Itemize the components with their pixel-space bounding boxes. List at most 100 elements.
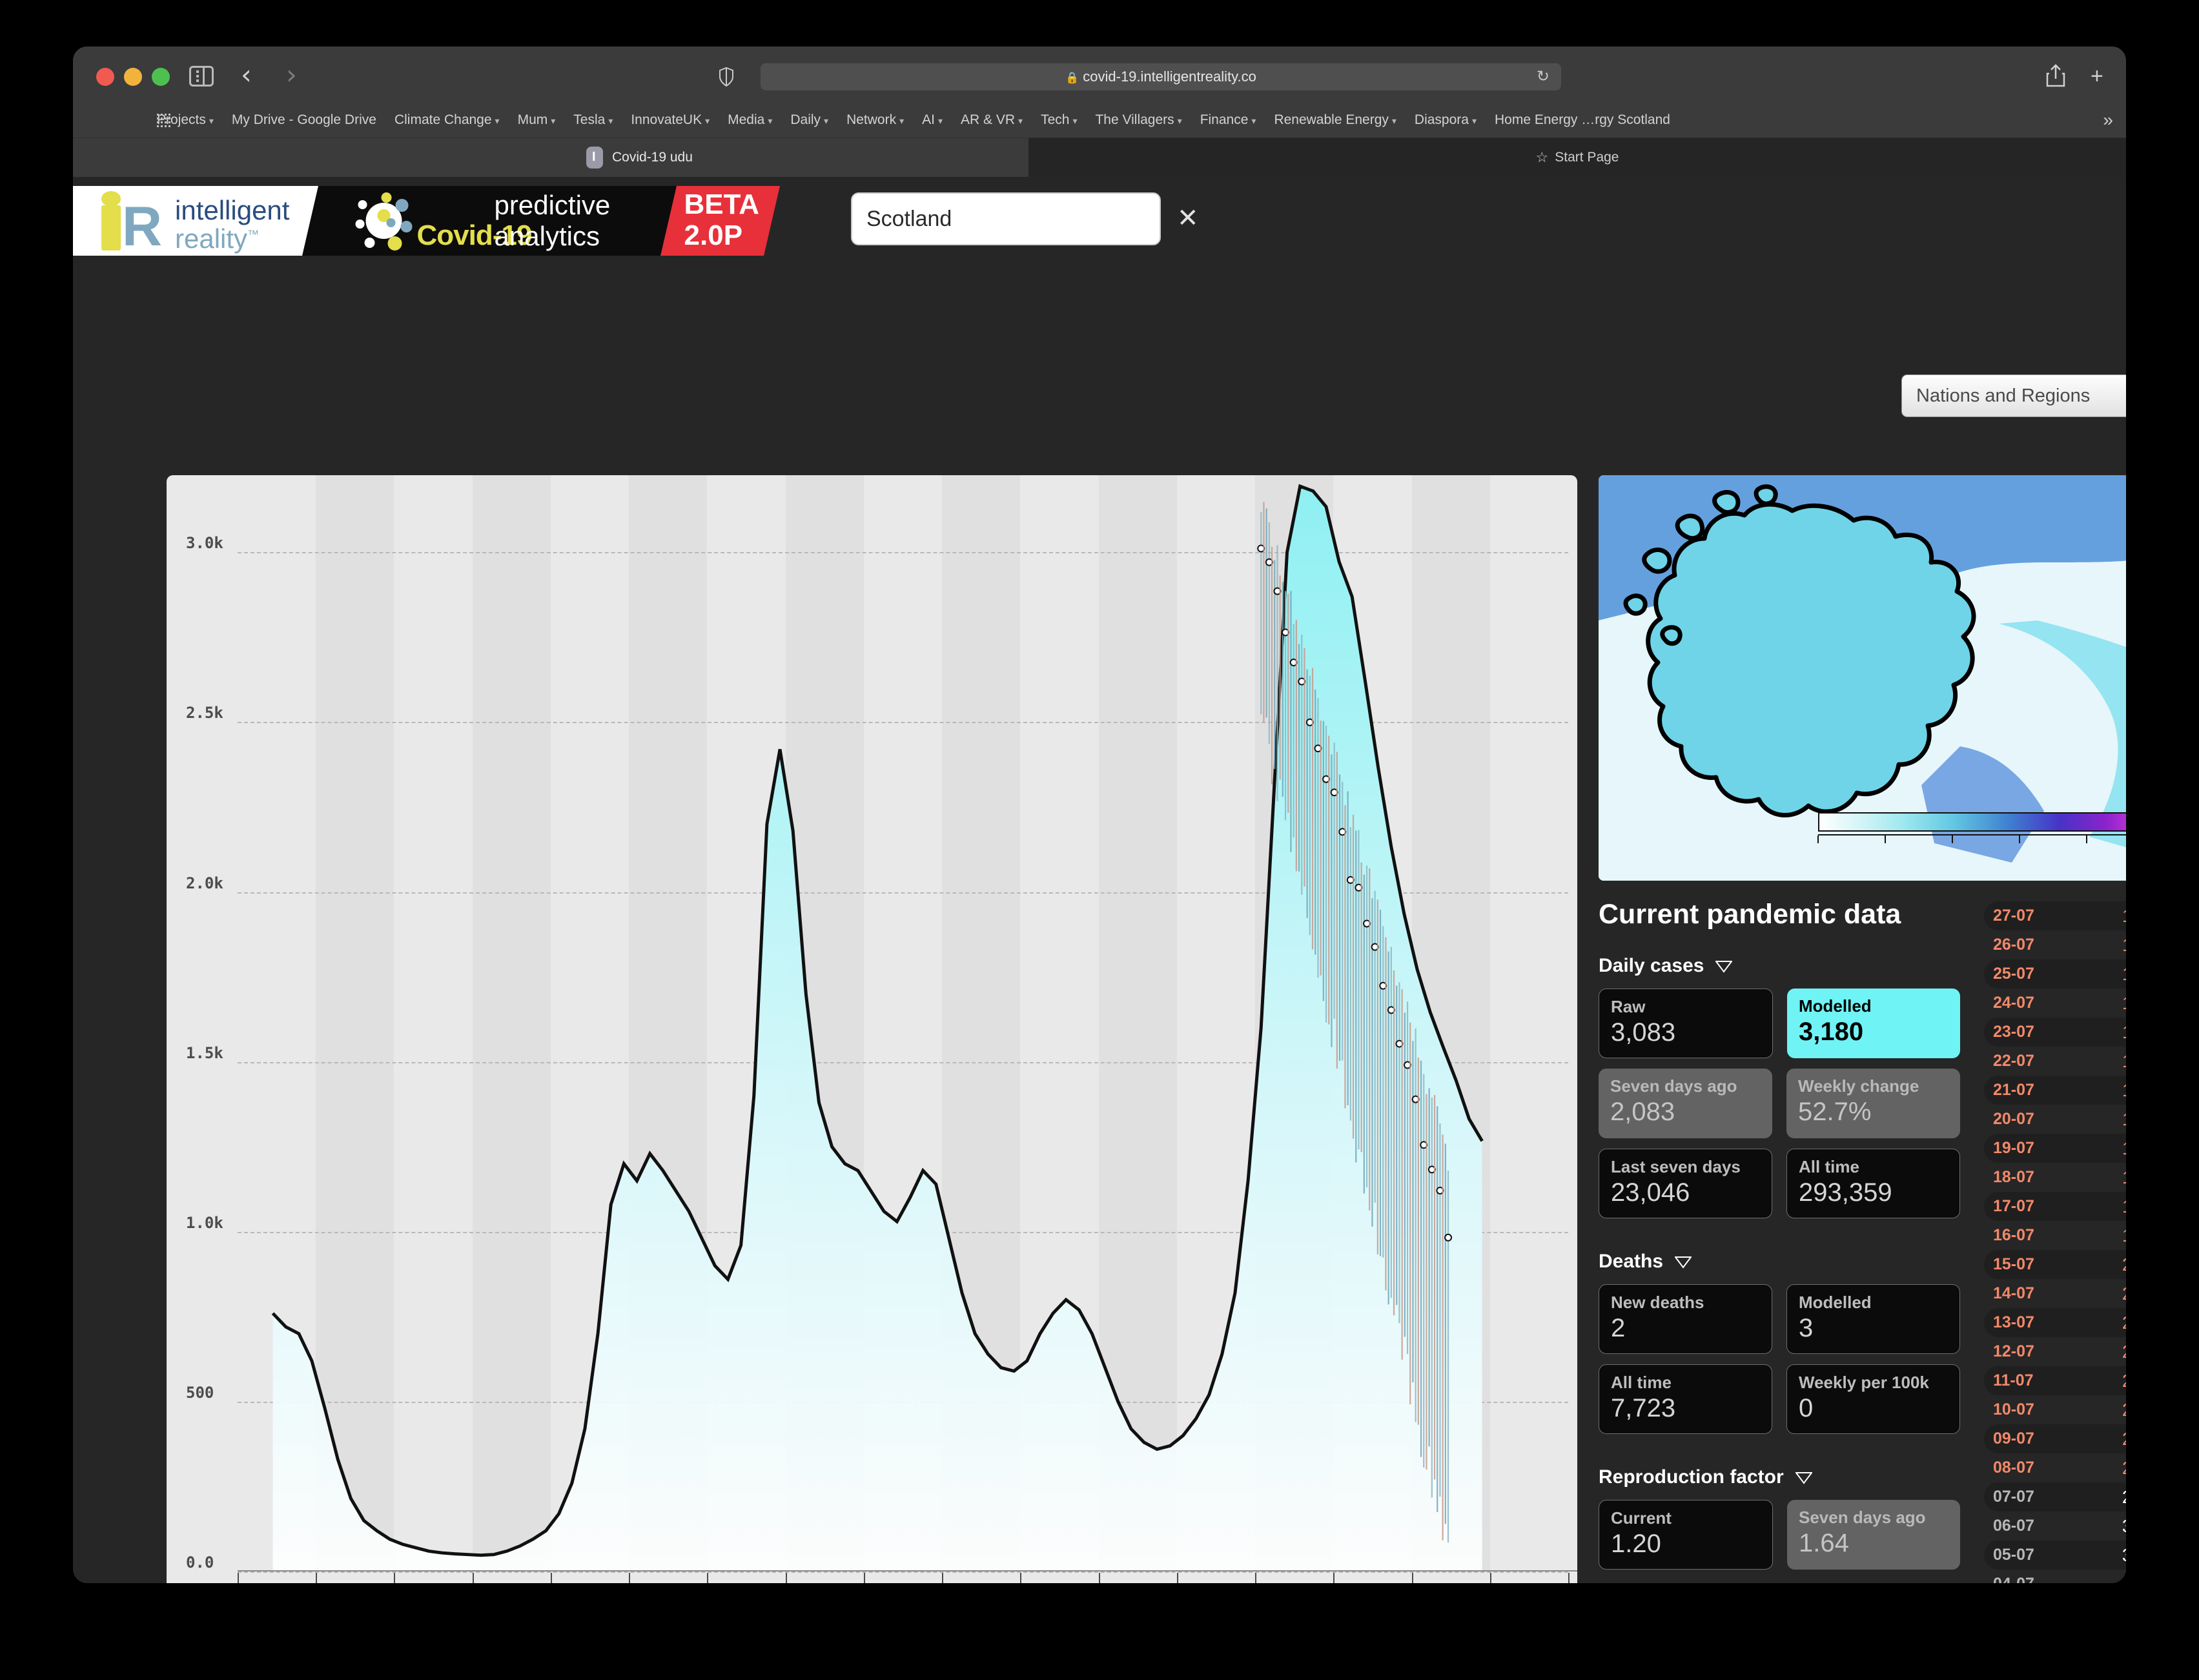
stat-card-modelled[interactable]: Modelled3,180 — [1787, 989, 1960, 1058]
bookmarks-overflow-button[interactable]: » — [2103, 110, 2113, 130]
table-row[interactable]: 08-072,869 — [1984, 1453, 2126, 1482]
triangle-down-icon[interactable] — [1715, 956, 1732, 978]
section-heading-2[interactable]: Reproduction factor — [1599, 1466, 1960, 1488]
table-row[interactable]: 16-071,936 — [1984, 1221, 2126, 1250]
forward-button[interactable]: › — [286, 66, 305, 85]
bookmark-2[interactable]: Climate Change▾ — [394, 112, 500, 128]
stat-row: Raw3,083Modelled3,180 — [1599, 989, 1960, 1058]
daily-cases-chart[interactable]: AprilMayJuneJulyAugustSeptemberOctoberNo… — [167, 475, 1577, 1583]
bookmark-5[interactable]: InnovateUK▾ — [631, 112, 710, 128]
close-window-button[interactable] — [96, 68, 114, 86]
table-row[interactable]: 07-072,972 — [1984, 1482, 2126, 1511]
table-row[interactable]: 19-071,706 — [1984, 1134, 2126, 1163]
clear-search-button[interactable]: ✕ — [1177, 207, 1199, 230]
maximize-window-button[interactable] — [152, 68, 170, 86]
bookmark-label: Tech — [1041, 112, 1069, 127]
stat-value: 23,046 — [1611, 1178, 1772, 1207]
daily-values-table[interactable]: 27-071,26726-071,33225-071,39224-071,445… — [1984, 901, 2126, 1583]
region-scope-select[interactable]: Nations and Regions ▲▼ — [1901, 374, 2126, 417]
tab-covid19[interactable]: Covid-19 udu — [73, 138, 1028, 177]
bookmark-label: My Drive - Google Drive — [232, 112, 376, 127]
table-row[interactable]: 22-071,544 — [1984, 1047, 2126, 1076]
table-row[interactable]: 11-072,494 — [1984, 1366, 2126, 1395]
stat-card-modelled[interactable]: Modelled3 — [1786, 1284, 1960, 1354]
legend-tick — [2086, 835, 2087, 843]
section-heading-1[interactable]: Deaths — [1599, 1251, 1960, 1273]
table-row[interactable]: 06-073,060 — [1984, 1511, 2126, 1541]
bookmark-10[interactable]: AR & VR▾ — [961, 112, 1023, 128]
stat-card-raw[interactable]: Raw3,083 — [1599, 989, 1773, 1058]
table-row[interactable]: 17-071,850 — [1984, 1192, 2126, 1221]
bookmark-label: The Villagers — [1095, 112, 1174, 127]
row-date: 12-07 — [1993, 1342, 2034, 1361]
table-row[interactable]: 14-072,135 — [1984, 1279, 2126, 1308]
stat-label: Seven days ago — [1799, 1508, 1960, 1528]
triangle-down-icon[interactable] — [1795, 1468, 1812, 1490]
back-button[interactable]: ‹ — [241, 66, 260, 85]
reload-icon[interactable]: ↻ — [1537, 63, 1550, 90]
minimize-window-button[interactable] — [124, 68, 142, 86]
bookmark-16[interactable]: Home Energy …rgy Scotland — [1495, 112, 1670, 128]
table-row[interactable]: 12-072,368 — [1984, 1337, 2126, 1366]
section-heading-0[interactable]: Daily cases — [1599, 955, 1960, 977]
table-row[interactable]: 10-072,622 — [1984, 1395, 2126, 1424]
shield-icon[interactable] — [719, 67, 734, 87]
section-spacer — [1599, 1580, 1960, 1583]
sidebar-toggle-icon[interactable] — [189, 66, 214, 87]
new-tab-button[interactable]: + — [2091, 63, 2103, 89]
stat-card-all-time[interactable]: All time293,359 — [1786, 1149, 1960, 1218]
bookmark-13[interactable]: Finance▾ — [1200, 112, 1256, 128]
row-value: 3,176 — [2122, 1574, 2126, 1584]
triangle-down-icon[interactable] — [1675, 1252, 1692, 1274]
tab-start-page[interactable]: ☆ Start Page — [1028, 138, 2126, 177]
table-row[interactable]: 20-071,647 — [1984, 1105, 2126, 1134]
bookmark-14[interactable]: Renewable Energy▾ — [1274, 112, 1396, 128]
table-row[interactable]: 05-073,130 — [1984, 1541, 2126, 1570]
table-row[interactable]: 18-071,773 — [1984, 1163, 2126, 1192]
table-row[interactable]: 21-071,594 — [1984, 1076, 2126, 1105]
table-row[interactable]: 24-071,445 — [1984, 989, 2126, 1018]
share-icon[interactable] — [2045, 63, 2066, 91]
bookmark-1[interactable]: My Drive - Google Drive — [232, 112, 376, 128]
row-value: 1,594 — [2122, 1080, 2126, 1101]
bookmark-7[interactable]: Daily▾ — [790, 112, 828, 128]
row-value: 2,031 — [2122, 1255, 2126, 1275]
bookmark-8[interactable]: Network▾ — [846, 112, 904, 128]
stat-card-all-time[interactable]: All time7,723 — [1599, 1364, 1772, 1434]
stat-card-seven-days-ago[interactable]: Seven days ago2,083 — [1599, 1069, 1772, 1138]
grid-icon[interactable] — [157, 114, 171, 128]
bookmark-6[interactable]: Media▾ — [728, 112, 772, 128]
table-row[interactable]: 04-073,176 — [1984, 1570, 2126, 1583]
region-map[interactable]: 0200040006000800010000 — [1599, 475, 2126, 881]
row-date: 22-07 — [1993, 1052, 2034, 1070]
table-row[interactable]: 25-071,392 — [1984, 959, 2126, 989]
stat-card-current[interactable]: Current1.20 — [1599, 1500, 1773, 1570]
bookmark-4[interactable]: Tesla▾ — [573, 112, 613, 128]
bookmark-9[interactable]: AI▾ — [922, 112, 943, 128]
row-value: 1,936 — [2122, 1225, 2126, 1246]
stat-card-weekly-change[interactable]: Weekly change52.7% — [1786, 1069, 1960, 1138]
table-row[interactable]: 09-072,749 — [1984, 1424, 2126, 1453]
chevron-down-icon: ▾ — [1251, 116, 1256, 126]
bookmark-15[interactable]: Diaspora▾ — [1415, 112, 1477, 128]
table-row[interactable]: 15-072,031 — [1984, 1250, 2126, 1279]
chevron-down-icon: ▾ — [705, 116, 710, 126]
stat-card-new-deaths[interactable]: New deaths2 — [1599, 1284, 1772, 1354]
stat-value: 52.7% — [1798, 1098, 1960, 1127]
search-input[interactable] — [851, 192, 1161, 245]
table-row[interactable]: 27-071,267 — [1984, 901, 2126, 930]
bookmark-11[interactable]: Tech▾ — [1041, 112, 1077, 128]
row-date: 19-07 — [1993, 1139, 2034, 1158]
bookmark-3[interactable]: Mum▾ — [518, 112, 556, 128]
address-bar[interactable]: 🔒covid-19.intelligentreality.co ↻ — [761, 63, 1561, 90]
table-row[interactable]: 23-071,495 — [1984, 1018, 2126, 1047]
current-pandemic-data-panel: Current pandemic data Daily casesRaw3,08… — [1599, 899, 1960, 1583]
row-value: 1,267 — [2122, 906, 2126, 927]
version-label: 2.0P — [684, 220, 743, 252]
table-row[interactable]: 26-071,332 — [1984, 930, 2126, 959]
stat-card-last-seven-days[interactable]: Last seven days23,046 — [1599, 1149, 1772, 1218]
stat-card-weekly-per-100k[interactable]: Weekly per 100k0 — [1786, 1364, 1960, 1434]
table-row[interactable]: 13-072,247 — [1984, 1308, 2126, 1337]
stat-card-seven-days-ago[interactable]: Seven days ago1.64 — [1787, 1500, 1960, 1570]
bookmark-12[interactable]: The Villagers▾ — [1095, 112, 1181, 128]
